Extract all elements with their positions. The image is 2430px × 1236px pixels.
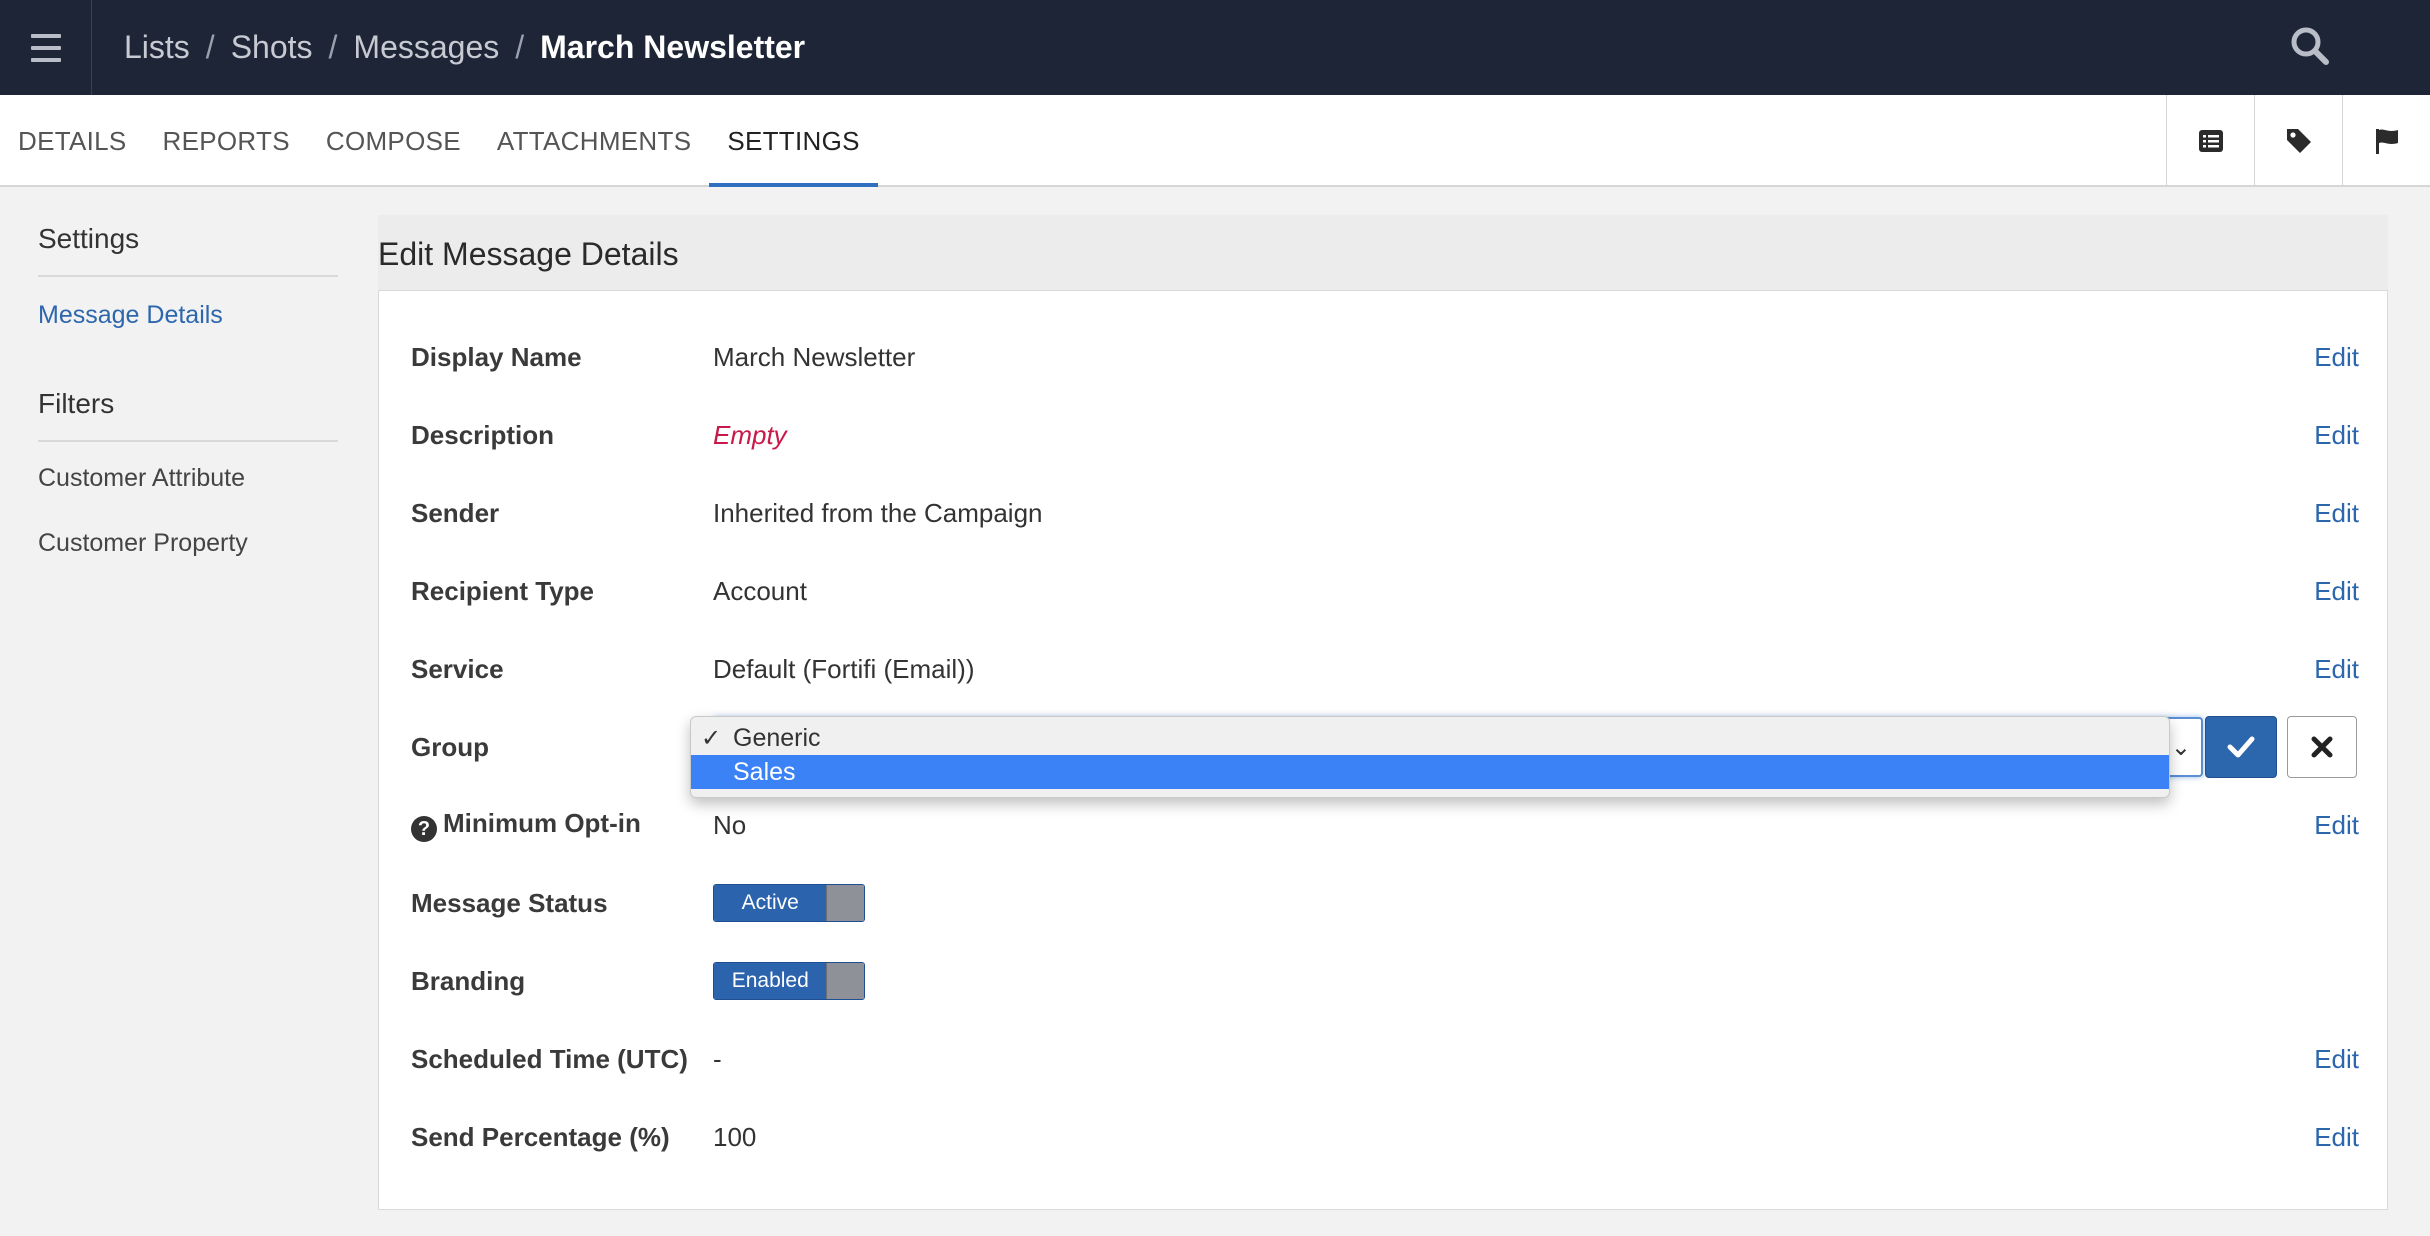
sidebar-item-customer-attribute[interactable]: Customer Attribute [38,442,338,493]
option-label: Sales [733,757,796,786]
field-label: Send Percentage (%) [411,1121,670,1152]
breadcrumb-current: March Newsletter [540,29,806,65]
help-icon[interactable]: ? [411,816,437,842]
flag-icon[interactable] [2342,95,2430,187]
page-title: Edit Message Details [378,218,2388,290]
menu-icon[interactable] [0,0,92,95]
sidebar-item-message-details[interactable]: Message Details [38,277,338,330]
row-display-name: Display Name March Newsletter Edit [379,318,2389,396]
tag-icon[interactable] [2254,95,2342,187]
edit-display-name-link[interactable]: Edit [2314,342,2359,373]
field-value: - [713,1043,722,1074]
row-description: Description Empty Edit [379,396,2389,474]
field-value: Account [713,575,807,606]
breadcrumb-separator: / [328,29,338,65]
checkmark-icon: ✓ [701,724,722,752]
tab-attachments[interactable]: ATTACHMENTS [479,95,709,187]
close-icon [2311,736,2333,758]
row-recipient-type: Recipient Type Account Edit [379,552,2389,630]
breadcrumb: Lists / Shots / Messages / March Newslet… [124,29,805,66]
message-status-toggle[interactable]: Active [713,884,865,922]
row-send-percentage: Send Percentage (%) 100 Edit [379,1098,2389,1176]
breadcrumb-separator: / [515,29,525,65]
edit-service-link[interactable]: Edit [2314,654,2359,685]
field-label: ? Minimum Opt-in [411,808,641,842]
row-sender: Sender Inherited from the Campaign Edit [379,474,2389,552]
edit-send-percentage-link[interactable]: Edit [2314,1122,2359,1153]
field-value: March Newsletter [713,341,916,372]
field-label: Recipient Type [411,575,595,606]
breadcrumb-separator: / [205,29,215,65]
search-icon[interactable] [2286,22,2334,70]
message-details-panel: Display Name March Newsletter Edit Descr… [378,290,2388,1210]
check-icon [2227,736,2255,758]
row-branding: Branding Enabled [379,942,2389,1020]
tab-details[interactable]: DETAILS [0,95,145,187]
group-option-generic[interactable]: ✓ Generic [691,721,2169,755]
edit-description-link[interactable]: Edit [2314,420,2359,451]
toggle-label: Enabled [714,963,827,999]
field-label: Branding [411,965,526,996]
row-service: Service Default (Fortifi (Email)) Edit [379,630,2389,708]
chevron-down-icon: ⌄ [2170,734,2191,761]
breadcrumb-lists[interactable]: Lists [124,29,190,66]
toggle-handle [826,885,864,921]
edit-minimum-opt-in-link[interactable]: Edit [2314,810,2359,841]
tab-compose[interactable]: COMPOSE [308,95,479,187]
panel-title-text: Edit Message Details [378,235,679,272]
group-option-sales[interactable]: Sales [691,755,2169,789]
option-label: Generic [733,723,821,752]
sidebar-item-customer-property[interactable]: Customer Property [38,493,338,558]
tab-settings[interactable]: SETTINGS [709,95,878,187]
field-value: 100 [713,1121,757,1152]
tab-bar: DETAILS REPORTS COMPOSE ATTACHMENTS SETT… [0,95,2430,187]
field-label: Sender [411,497,500,528]
toggle-label: Active [714,885,827,921]
field-label-text: Minimum Opt-in [443,808,641,838]
edit-scheduled-time-link[interactable]: Edit [2314,1044,2359,1075]
sidebar-heading-filters: Filters [38,330,338,442]
field-value: No [713,809,747,840]
row-minimum-opt-in: ? Minimum Opt-in No Edit [379,786,2389,864]
top-bar: Lists / Shots / Messages / March Newslet… [0,0,2430,95]
row-message-status: Message Status Active [379,864,2389,942]
breadcrumb-messages[interactable]: Messages [353,29,499,66]
breadcrumb-shots[interactable]: Shots [231,29,313,66]
field-label: Display Name [411,341,582,372]
list-icon[interactable] [2166,95,2254,187]
field-value: Inherited from the Campaign [713,497,1043,528]
field-label: Group [411,731,489,762]
edit-recipient-type-link[interactable]: Edit [2314,576,2359,607]
field-value: Default (Fortifi (Email)) [713,653,975,684]
cancel-group-button[interactable] [2287,716,2357,778]
edit-sender-link[interactable]: Edit [2314,498,2359,529]
field-value-empty: Empty [713,419,787,450]
field-label: Service [411,653,504,684]
tab-reports[interactable]: REPORTS [145,95,308,187]
toggle-handle [826,963,864,999]
confirm-group-button[interactable] [2205,716,2277,778]
branding-toggle[interactable]: Enabled [713,962,865,1000]
sidebar-heading-settings: Settings [38,187,338,277]
field-label: Scheduled Time (UTC) [411,1043,688,1074]
row-scheduled-time: Scheduled Time (UTC) - Edit [379,1020,2389,1098]
sidebar: Settings Message Details Filters Custome… [38,187,338,558]
field-label: Description [411,419,555,450]
field-label: Message Status [411,887,608,918]
